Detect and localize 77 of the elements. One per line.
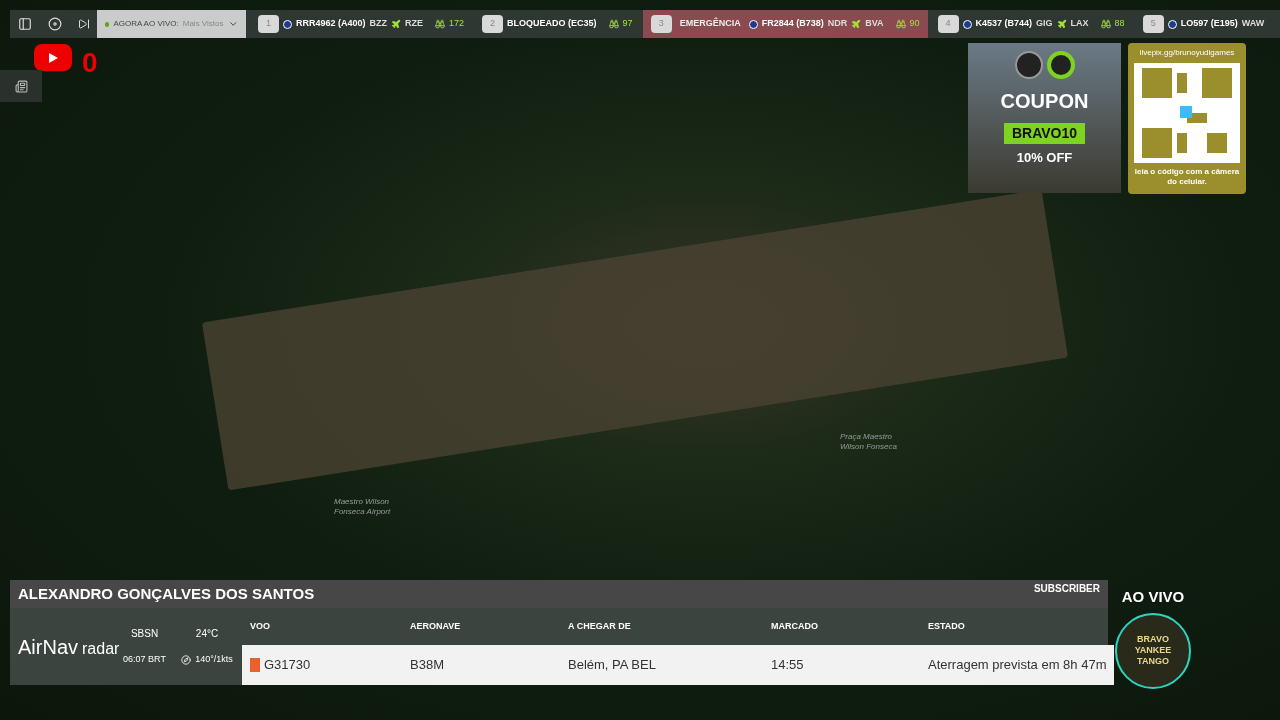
route-origin: BZZ <box>369 17 388 31</box>
coupon-title: COUPON <box>1000 91 1089 111</box>
route-origin: GIG <box>1036 17 1053 31</box>
youtube-icon <box>34 44 72 71</box>
badge-logo-icon <box>1014 51 1043 79</box>
column-header: MARCADO <box>771 619 819 633</box>
qr-code-icon <box>1134 63 1240 163</box>
logo-text: BRAVO YANKEE TANGO <box>1133 634 1173 667</box>
pilot-name: ALEXANDRO GONÇALVES DOS SANTOS <box>18 583 315 604</box>
airline-logo-icon <box>962 19 972 29</box>
airline-logo-icon <box>748 19 758 29</box>
table-cell-text: G31730 <box>264 656 311 675</box>
map-label: Maestro Wilson Fonseca Airport <box>334 497 392 517</box>
qr-caption: leia o código com a câmera do celular. <box>1133 167 1241 187</box>
viewer-count: 90 <box>909 17 920 31</box>
table-cell-text: B38M <box>410 656 444 675</box>
viewer-count: 172 <box>449 17 465 31</box>
plane-icon <box>1056 19 1067 29</box>
viewer-count: 97 <box>622 17 633 31</box>
column-header: A CHEGAR DE <box>568 619 632 633</box>
route-destination: BVA <box>865 17 884 31</box>
table-cell-text: 14:55 <box>771 656 804 675</box>
flight-title: FR2844 (B738) <box>761 17 824 31</box>
airport-code: SBSN <box>130 627 159 642</box>
donation-url: livepix.gg/brunoyudigames <box>1139 47 1235 59</box>
radar-logo-icon <box>1046 51 1075 79</box>
live-label: AO VIVO <box>1121 587 1185 607</box>
flight-tab[interactable]: 1 RRR4962 (A400) BZZ RZE 172 <box>250 10 473 38</box>
plane-icon <box>391 19 402 29</box>
table-cell-text: Aterragem prevista em 8h 47m <box>928 656 1107 675</box>
local-time: 06:07 BRT <box>123 653 166 667</box>
flight-title: BLOQUEADO (EC35) <box>507 17 597 31</box>
flight-number: 5 <box>1142 15 1164 33</box>
subscriber-label: SUBSCRIBER <box>1033 582 1100 596</box>
flight-tab[interactable]: 3 EMERGÊNCIA FR2844 (B738) NDR BVA 90 <box>642 10 928 38</box>
column-header: AERONAVE <box>410 619 462 633</box>
coupon-discount: 10% OFF <box>1016 149 1073 167</box>
binoculars-icon <box>895 19 906 29</box>
flight-number: 3 <box>650 15 672 33</box>
flight-number: 2 <box>482 15 504 33</box>
flight-tab[interactable]: 5 LO597 (E195) WAW <box>1134 10 1273 38</box>
airline-logo-icon <box>250 658 260 672</box>
newspaper-icon <box>14 79 28 93</box>
binoculars-icon <box>608 19 619 29</box>
column-header: VOO <box>250 619 271 633</box>
route-destination: LAX <box>1070 17 1089 31</box>
route-origin: WAW <box>1241 17 1265 31</box>
airline-logo-icon <box>283 19 292 29</box>
skip-icon <box>77 18 90 30</box>
plane-icon <box>851 19 862 29</box>
flight-tab[interactable]: 4 K4537 (B744) GIG LAX 88 <box>929 10 1133 38</box>
brand-name: AirNav <box>18 634 78 660</box>
temperature: 24°C <box>195 627 219 642</box>
flight-status: EMERGÊNCIA <box>678 17 742 31</box>
viewer-count: 88 <box>1114 17 1125 31</box>
airline-logo-icon <box>1167 19 1177 29</box>
table-cell-text: Belém, PA BEL <box>568 656 656 675</box>
flight-title: K4537 (B744) <box>975 17 1033 31</box>
flight-title: RRR4962 (A400) <box>296 17 366 31</box>
subscriber-count: 0 <box>82 46 98 80</box>
route-destination: RZE <box>405 17 424 31</box>
coupon-code: BRAVO10 <box>1003 123 1086 144</box>
binoculars-icon <box>1100 19 1111 29</box>
flight-tab[interactable]: 2 BLOQUEADO (EC35) 97 <box>474 10 641 38</box>
flight-title: LO597 (E195) <box>1180 17 1238 31</box>
wind-reading: 140°/1kts <box>195 653 233 667</box>
map-label: Praça Maestro Wilson Fonseca <box>840 432 898 452</box>
flight-number: 1 <box>258 15 279 33</box>
wind-icon <box>181 655 192 665</box>
flight-number: 4 <box>937 15 959 33</box>
brand-subtitle: radar <box>82 638 120 659</box>
disc-icon <box>48 17 62 31</box>
sidebar-icon <box>18 17 32 31</box>
binoculars-icon <box>435 19 446 29</box>
news-button[interactable] <box>0 70 42 102</box>
route-origin: NDR <box>827 17 848 31</box>
column-header: ESTADO <box>928 619 966 633</box>
